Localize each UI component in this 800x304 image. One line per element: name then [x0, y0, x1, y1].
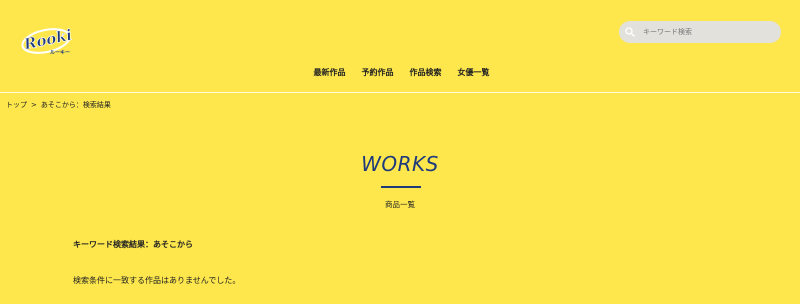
search-result-heading: キーワード検索結果：あそこから [73, 240, 193, 249]
breadcrumb-separator: > [31, 101, 37, 109]
breadcrumb: トップ > あそこから：検索結果 [6, 100, 111, 110]
page-title: WORKS [361, 152, 439, 176]
search-icon[interactable] [625, 27, 635, 37]
main-nav: 最新作品 予約作品 作品検索 女優一覧 [0, 67, 800, 78]
breadcrumb-home[interactable]: トップ [6, 101, 27, 109]
nav-item-preorder[interactable]: 予約作品 [362, 67, 394, 78]
nav-item-search[interactable]: 作品検索 [410, 67, 442, 78]
nav-item-latest[interactable]: 最新作品 [314, 67, 346, 78]
search-input[interactable] [643, 28, 773, 36]
title-underline [381, 186, 421, 188]
nav-item-actresses[interactable]: 女優一覧 [458, 67, 490, 78]
breadcrumb-current: あそこから：検索結果 [40, 101, 111, 109]
search-box[interactable] [619, 21, 781, 43]
logo-subtext: ルーキー [50, 50, 70, 56]
header-divider [0, 92, 800, 93]
page-subtitle: 商品一覧 [385, 200, 415, 209]
no-results-message: 検索条件に一致する作品はありませんでした。 [73, 276, 241, 285]
site-logo[interactable]: Rookie ルーキー [20, 23, 83, 58]
